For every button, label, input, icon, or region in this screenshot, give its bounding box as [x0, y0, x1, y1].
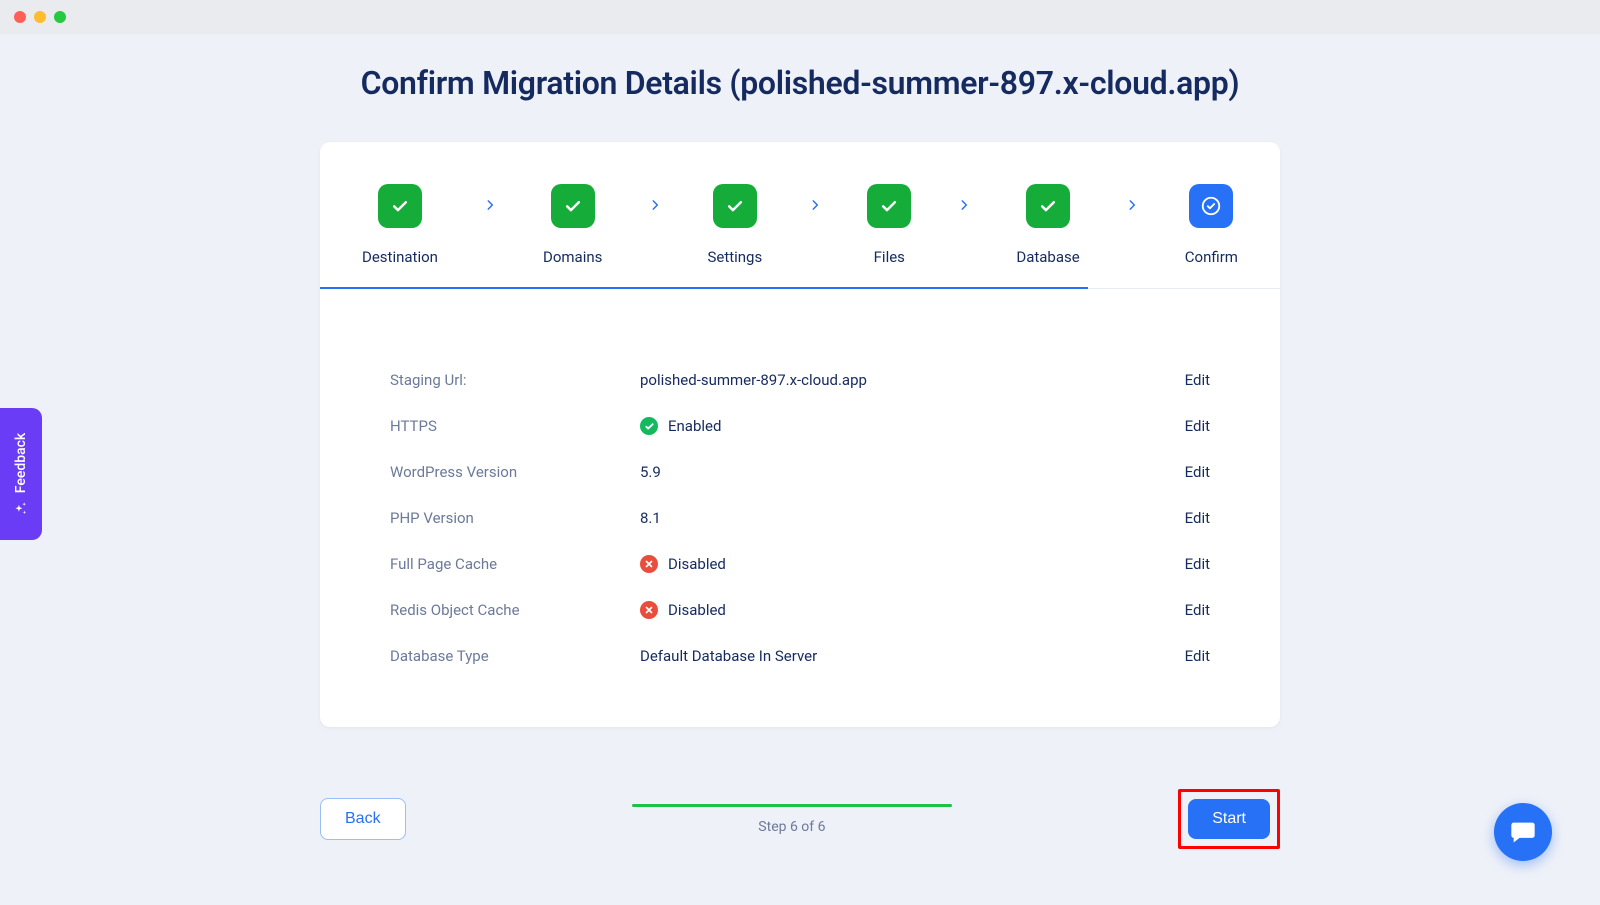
window-close-dot[interactable] [14, 11, 26, 23]
detail-label: HTTPS [390, 417, 640, 435]
detail-row-database-type: Database Type Default Database In Server… [390, 633, 1210, 679]
step-confirm[interactable]: Confirm [1185, 184, 1238, 288]
step-files[interactable]: Files [867, 184, 911, 288]
chevron-right-icon [808, 198, 822, 212]
start-button-highlight: Start [1178, 789, 1280, 849]
detail-label: Full Page Cache [390, 555, 640, 573]
edit-link[interactable]: Edit [1185, 601, 1210, 619]
status-enabled-icon [640, 417, 658, 435]
edit-link[interactable]: Edit [1185, 371, 1210, 389]
feedback-tab[interactable]: Feedback [0, 408, 42, 540]
detail-value: polished-summer-897.x-cloud.app [640, 371, 1185, 389]
edit-link[interactable]: Edit [1185, 463, 1210, 481]
detail-row-wp-version: WordPress Version 5.9 Edit [390, 449, 1210, 495]
detail-value: 5.9 [640, 463, 1185, 481]
status-disabled-icon [640, 555, 658, 573]
detail-value: Disabled [640, 555, 1185, 573]
start-button[interactable]: Start [1188, 799, 1270, 839]
window-zoom-dot[interactable] [54, 11, 66, 23]
detail-row-staging-url: Staging Url: polished-summer-897.x-cloud… [390, 357, 1210, 403]
detail-row-php-version: PHP Version 8.1 Edit [390, 495, 1210, 541]
chevron-right-icon [483, 198, 497, 212]
detail-row-https: HTTPS Enabled Edit [390, 403, 1210, 449]
step-label: Domains [543, 248, 602, 266]
sparkle-icon [14, 501, 28, 515]
step-database[interactable]: Database [1016, 184, 1079, 288]
step-settings[interactable]: Settings [707, 184, 762, 288]
check-icon [713, 184, 757, 228]
edit-link[interactable]: Edit [1185, 509, 1210, 527]
chevron-right-icon [1125, 198, 1139, 212]
step-label: Destination [362, 248, 438, 266]
detail-value: Default Database In Server [640, 647, 1185, 665]
step-label: Settings [707, 248, 762, 266]
chat-icon [1509, 818, 1537, 846]
progress-indicator: Step 6 of 6 [446, 804, 1139, 835]
confirm-circle-icon [1189, 184, 1233, 228]
status-disabled-icon [640, 601, 658, 619]
step-domains[interactable]: Domains [543, 184, 602, 288]
detail-row-full-page-cache: Full Page Cache Disabled Edit [390, 541, 1210, 587]
chevron-right-icon [648, 198, 662, 212]
back-button[interactable]: Back [320, 798, 406, 840]
step-destination[interactable]: Destination [362, 184, 438, 288]
detail-label: WordPress Version [390, 463, 640, 481]
feedback-label: Feedback [13, 433, 29, 493]
check-icon [867, 184, 911, 228]
window-minimize-dot[interactable] [34, 11, 46, 23]
check-icon [378, 184, 422, 228]
edit-link[interactable]: Edit [1185, 647, 1210, 665]
detail-label: Database Type [390, 647, 640, 665]
stepper: Destination Domains Settings [320, 142, 1280, 289]
check-icon [551, 184, 595, 228]
detail-label: PHP Version [390, 509, 640, 527]
progress-bar [632, 804, 952, 807]
detail-value: Enabled [640, 417, 1185, 435]
detail-row-redis-cache: Redis Object Cache Disabled Edit [390, 587, 1210, 633]
details-list: Staging Url: polished-summer-897.x-cloud… [320, 289, 1280, 727]
step-label: Files [874, 248, 905, 266]
wizard-footer: Back Step 6 of 6 Start [320, 789, 1280, 849]
edit-link[interactable]: Edit [1185, 417, 1210, 435]
detail-value: Disabled [640, 601, 1185, 619]
page-title: Confirm Migration Details (polished-summ… [0, 64, 1600, 102]
chat-button[interactable] [1494, 803, 1552, 861]
progress-text: Step 6 of 6 [758, 819, 825, 835]
step-label: Database [1016, 248, 1079, 266]
edit-link[interactable]: Edit [1185, 555, 1210, 573]
detail-label: Redis Object Cache [390, 601, 640, 619]
check-icon [1026, 184, 1070, 228]
window-titlebar [0, 0, 1600, 34]
confirmation-card: Destination Domains Settings [320, 142, 1280, 727]
detail-label: Staging Url: [390, 371, 640, 389]
chevron-right-icon [957, 198, 971, 212]
detail-value: 8.1 [640, 509, 1185, 527]
step-label: Confirm [1185, 248, 1238, 266]
